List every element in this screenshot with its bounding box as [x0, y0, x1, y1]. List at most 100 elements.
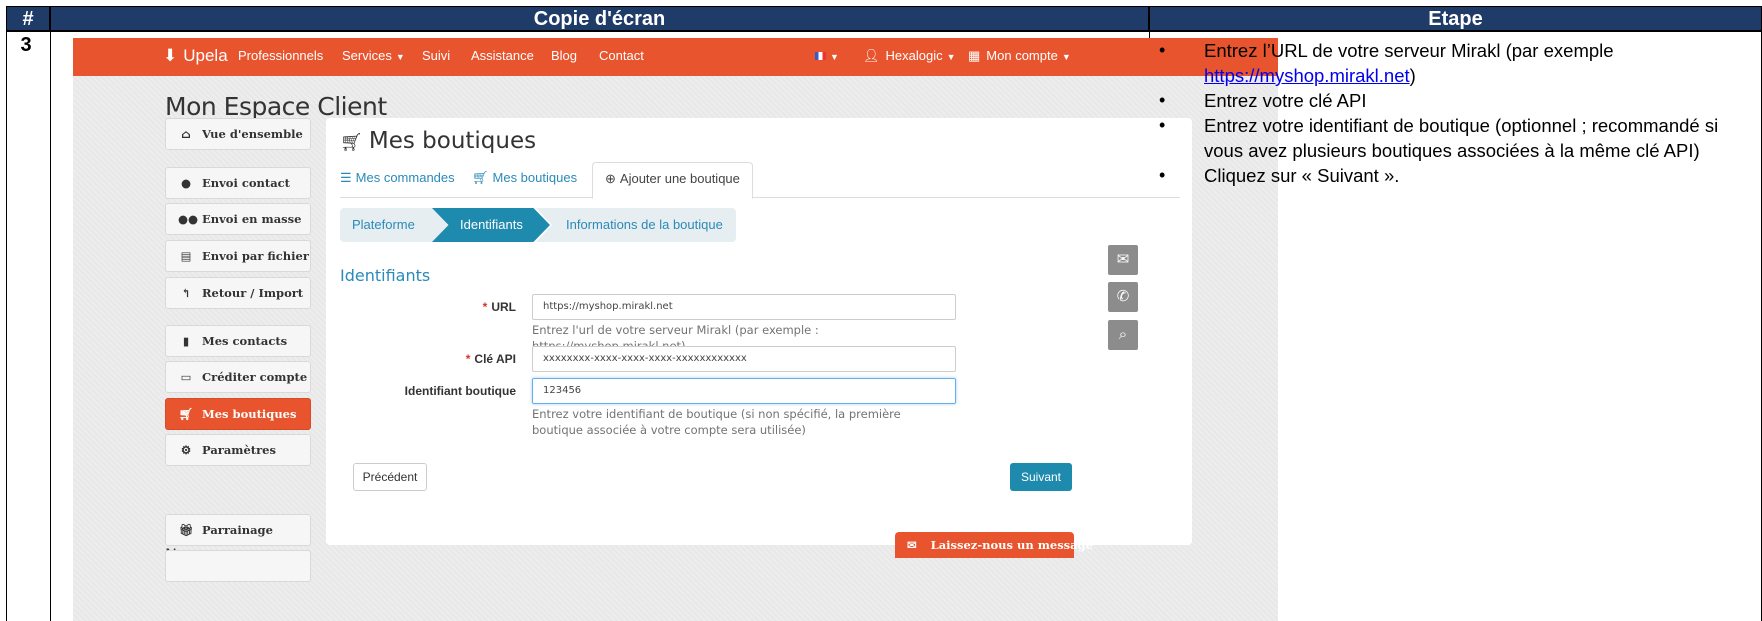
users-icon: ●● — [178, 212, 199, 226]
nav-suivi[interactable]: Suivi — [422, 48, 450, 63]
gift-icon: 🎁︎ — [178, 523, 194, 537]
sidebar-item-mes-contacts[interactable]: ▮ Mes contacts — [165, 325, 311, 357]
brand-name: Upela — [183, 46, 228, 65]
next-button[interactable]: Suivant — [1010, 463, 1072, 491]
sidebar-item-parametres[interactable]: ⚙ Paramètres — [165, 434, 311, 466]
bullet-icon: • — [1159, 40, 1166, 60]
flag-icon — [815, 52, 826, 60]
api-key-label-text: Clé API — [474, 352, 516, 366]
envelope-icon[interactable]: ✉ — [1108, 245, 1138, 275]
required-marker: * — [482, 300, 488, 314]
sidebar-item-mes-boutiques[interactable]: 🛒︎ Mes boutiques — [165, 398, 311, 430]
tab-label: Ajouter une boutique — [619, 171, 740, 186]
nav-assistance[interactable]: Assistance — [471, 48, 534, 63]
mirakl-url-link[interactable]: https://myshop.mirakl.net — [1204, 65, 1410, 86]
caret-down-icon: ▼ — [395, 52, 405, 62]
user-menu[interactable]: 👤︎ Hexalogic ▼ — [863, 48, 956, 64]
table-border — [6, 31, 1762, 32]
nav-blog[interactable]: Blog — [551, 48, 577, 63]
list-icon: ☰ — [340, 170, 352, 185]
sidebar-item-label: Parrainage — [202, 523, 273, 537]
column-header-step: Etape — [1149, 6, 1762, 31]
sidebar-item-more[interactable] — [165, 550, 311, 582]
step-instructions: • Entrez l’URL de votre serveur Mirakl (p… — [1159, 38, 1759, 188]
home-icon: ⌂ — [181, 127, 191, 141]
step-text: Entrez votre clé API — [1204, 90, 1367, 111]
reply-icon: ↰ — [181, 286, 191, 300]
cart-icon: 🛒︎ — [340, 132, 363, 153]
sidebar-item-label: Mes boutiques — [202, 407, 297, 421]
cart-icon: 🛒︎ — [178, 407, 194, 421]
row-number: 3 — [20, 34, 32, 56]
sidebar-item-label: Retour / Import — [202, 286, 304, 300]
credit-card-icon: ▭ — [180, 370, 192, 384]
url-label-text: URL — [491, 300, 516, 314]
list-item: • Entrez votre clé API — [1159, 88, 1759, 113]
leave-message-button[interactable]: ✉ Laissez-nous un message — [895, 532, 1093, 558]
panel-title-text: Mes boutiques — [368, 128, 537, 154]
app-screenshot: ⬇ Upela Professionnels Services ▼ Suivi As… — [73, 38, 1278, 621]
wizard-step-informations[interactable]: Informations de la boutique — [536, 208, 736, 242]
url-input[interactable]: https://myshop.mirakl.net — [532, 294, 956, 320]
list-item: • Entrez votre identifiant de boutique (o… — [1159, 113, 1759, 163]
sidebar-item-parrainage[interactable]: 🎁︎ Parrainage — [165, 514, 311, 546]
nav-professionnels[interactable]: Professionnels — [238, 48, 323, 63]
user-name: Hexalogic — [885, 48, 943, 63]
sidebar-item-envoi-masse[interactable]: ●● Envoi en masse — [165, 203, 311, 235]
user-icon: 👤︎ — [863, 48, 880, 63]
list-item: • Entrez l’URL de votre serveur Mirakl (p… — [1159, 38, 1759, 88]
sidebar-item-label: Vue d'ensemble — [202, 127, 303, 141]
bullet-icon: • — [1159, 165, 1166, 185]
brand-logo[interactable]: ⬇ Upela — [163, 46, 228, 66]
user-icon: ● — [180, 176, 192, 190]
account-label: Mon compte — [986, 48, 1058, 63]
sidebar-item-retour-import[interactable]: ↰ Retour / Import — [165, 277, 311, 309]
tab-bar: ☰ Mes commandes 🛒︎ Mes boutiques ⊕ Ajouter … — [340, 162, 1180, 199]
table-border — [50, 6, 51, 621]
step-text: ) — [1409, 65, 1416, 86]
section-title: Identifiants — [340, 266, 431, 285]
shop-id-help-text: Entrez votre identifiant de boutique (si… — [532, 407, 901, 437]
step-text: Cliquez sur « Suivant ». — [1204, 165, 1400, 186]
sidebar-item-label: Mes contacts — [202, 334, 288, 348]
sidebar-item-envoi-fichier[interactable]: ▤ Envoi par fichier — [165, 240, 311, 272]
list-item: • Cliquez sur « Suivant ». — [1159, 163, 1759, 188]
nav-services[interactable]: Services ▼ — [342, 48, 405, 63]
language-dropdown[interactable]: ▼ — [815, 48, 839, 63]
caret-down-icon: ▼ — [1061, 52, 1071, 62]
envelope-icon: ✉ — [907, 538, 917, 552]
tab-ajouter-boutique[interactable]: ⊕ Ajouter une boutique — [592, 162, 753, 199]
sidebar-item-label: Créditer compte — [202, 370, 308, 384]
api-key-label: * Clé API — [326, 352, 516, 366]
shop-id-input[interactable]: 123456 — [532, 378, 956, 404]
account-menu[interactable]: ▦ Mon compte ▼ — [968, 48, 1071, 64]
gears-icon: ⚙ — [180, 443, 192, 457]
bullet-icon: • — [1159, 90, 1166, 110]
nav-contact[interactable]: Contact — [599, 48, 644, 63]
sidebar-item-envoi-contact[interactable]: ● Envoi contact — [165, 167, 311, 199]
previous-button[interactable]: Précédent — [353, 463, 427, 491]
nav-services-label: Services — [342, 48, 392, 63]
sidebar-item-label: Envoi par fichier — [202, 249, 309, 263]
wizard-step-identifiants[interactable]: Identifiants — [432, 208, 550, 242]
column-header-number: # — [6, 6, 50, 31]
upela-logo-icon: ⬇ — [163, 46, 178, 65]
tab-mes-commandes[interactable]: ☰ Mes commandes — [340, 170, 455, 186]
search-icon[interactable]: ⌕ — [1108, 320, 1138, 350]
book-icon: ▮ — [182, 334, 190, 348]
tab-mes-boutiques[interactable]: 🛒︎ Mes boutiques — [472, 170, 577, 186]
bullet-icon: • — [1159, 115, 1166, 135]
file-icon: ▤ — [180, 249, 192, 263]
url-label: * URL — [326, 300, 516, 314]
tab-label: Mes commandes — [355, 170, 455, 185]
sidebar-item-crediter-compte[interactable]: ▭ Créditer compte — [165, 361, 311, 393]
api-key-input[interactable]: xxxxxxxx-xxxx-xxxx-xxxx-xxxxxxxxxxxx — [532, 346, 956, 372]
plus-circle-icon: ⊕ — [605, 171, 616, 186]
sidebar-item-overview[interactable]: ⌂ Vue d'ensemble — [165, 118, 311, 150]
sidebar-item-label: Envoi en masse — [202, 212, 302, 226]
step-text: Entrez l’URL de votre serveur Mirakl (pa… — [1204, 40, 1614, 61]
tab-label: Mes boutiques — [492, 170, 578, 185]
required-marker: * — [465, 352, 471, 366]
wizard-step-plateforme[interactable]: Plateforme — [340, 208, 450, 242]
phone-icon[interactable]: ✆ — [1108, 282, 1138, 312]
